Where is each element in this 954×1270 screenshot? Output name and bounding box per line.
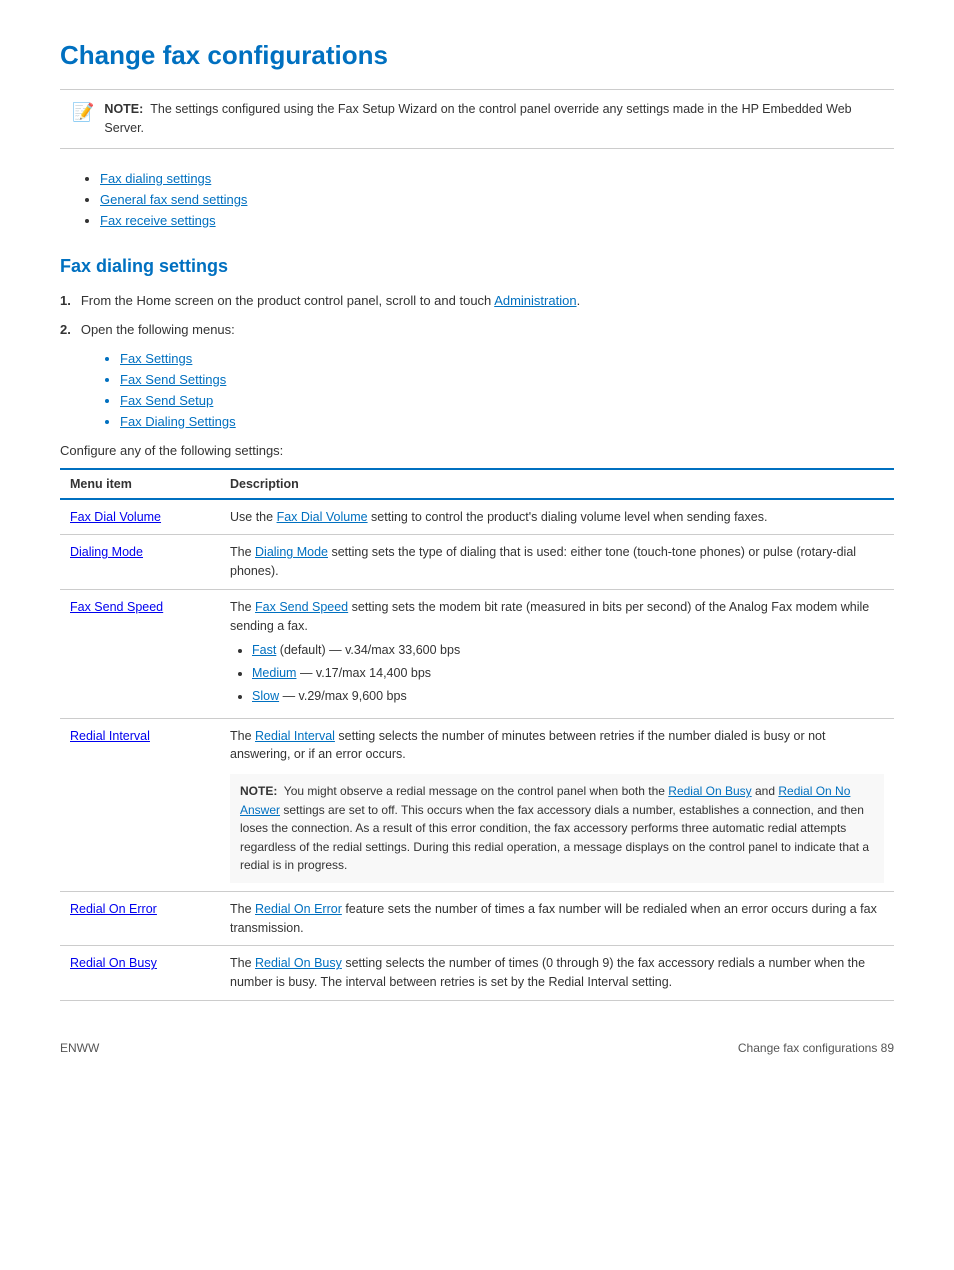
administration-link[interactable]: Administration bbox=[494, 293, 576, 308]
step-1-text: From the Home screen on the product cont… bbox=[81, 293, 580, 308]
table-row: Dialing Mode The Dialing Mode setting se… bbox=[60, 535, 894, 590]
redial-on-no-answer-link[interactable]: Redial On No Answer bbox=[240, 784, 850, 817]
step-2: 2. Open the following menus: bbox=[60, 322, 894, 337]
sub-menu-link-3[interactable]: Fax Send Setup bbox=[120, 393, 213, 408]
footer-right: Change fax configurations 89 bbox=[738, 1041, 894, 1055]
toc-link-1[interactable]: Fax dialing settings bbox=[100, 171, 211, 186]
sub-menu-item-3[interactable]: Fax Send Setup bbox=[120, 393, 894, 408]
desc-fax-send-speed: The Fax Send Speed setting sets the mode… bbox=[220, 589, 894, 718]
sub-menu-link-1[interactable]: Fax Settings bbox=[120, 351, 192, 366]
note-text: NOTE: The settings configured using the … bbox=[104, 100, 882, 138]
redial-interval-link[interactable]: Redial Interval bbox=[70, 729, 150, 743]
menu-item-redial-on-error[interactable]: Redial On Error bbox=[60, 891, 220, 946]
step-1: 1. From the Home screen on the product c… bbox=[60, 293, 894, 308]
redial-note: NOTE: You might observe a redial message… bbox=[230, 774, 884, 883]
step-2-number: 2. bbox=[60, 322, 71, 337]
footer: ENWW Change fax configurations 89 bbox=[60, 1041, 894, 1055]
dialing-mode-inline-link[interactable]: Dialing Mode bbox=[255, 545, 328, 559]
desc-redial-on-busy: The Redial On Busy setting selects the n… bbox=[220, 946, 894, 1001]
footer-left: ENWW bbox=[60, 1041, 99, 1055]
redial-interval-inline-link[interactable]: Redial Interval bbox=[255, 729, 335, 743]
menu-item-fax-send-speed[interactable]: Fax Send Speed bbox=[60, 589, 220, 718]
sub-menu-link-4[interactable]: Fax Dialing Settings bbox=[120, 414, 236, 429]
toc-item-1[interactable]: Fax dialing settings bbox=[100, 171, 894, 186]
step-1-number: 1. bbox=[60, 293, 71, 308]
sub-menu-link-2[interactable]: Fax Send Settings bbox=[120, 372, 226, 387]
speed-options-list: Fast (default) — v.34/max 33,600 bps Med… bbox=[230, 641, 884, 705]
fax-dial-volume-link[interactable]: Fax Dial Volume bbox=[70, 510, 161, 524]
toc-item-2[interactable]: General fax send settings bbox=[100, 192, 894, 207]
table-row: Fax Dial Volume Use the Fax Dial Volume … bbox=[60, 499, 894, 535]
speed-medium: Medium — v.17/max 14,400 bps bbox=[252, 664, 884, 683]
configure-text: Configure any of the following settings: bbox=[60, 443, 894, 458]
menu-item-redial-interval[interactable]: Redial Interval bbox=[60, 718, 220, 891]
note-icon: 📝 bbox=[72, 102, 94, 123]
table-row: Fax Send Speed The Fax Send Speed settin… bbox=[60, 589, 894, 718]
desc-dialing-mode: The Dialing Mode setting sets the type o… bbox=[220, 535, 894, 590]
table-row: Redial Interval The Redial Interval sett… bbox=[60, 718, 894, 891]
desc-redial-on-error: The Redial On Error feature sets the num… bbox=[220, 891, 894, 946]
redial-on-error-link[interactable]: Redial On Error bbox=[70, 902, 157, 916]
desc-redial-interval: The Redial Interval setting selects the … bbox=[220, 718, 894, 891]
fax-send-speed-inline-link[interactable]: Fax Send Speed bbox=[255, 600, 348, 614]
redial-on-busy-link[interactable]: Redial On Busy bbox=[70, 956, 157, 970]
section-title: Fax dialing settings bbox=[60, 256, 894, 277]
col-header-menu: Menu item bbox=[60, 469, 220, 499]
redial-on-busy-note-link[interactable]: Redial On Busy bbox=[668, 784, 751, 798]
redial-on-busy-inline-link[interactable]: Redial On Busy bbox=[255, 956, 342, 970]
note-box: 📝 NOTE: The settings configured using th… bbox=[60, 89, 894, 149]
menu-item-fax-dial-volume[interactable]: Fax Dial Volume bbox=[60, 499, 220, 535]
toc-list: Fax dialing settings General fax send se… bbox=[60, 171, 894, 228]
redial-on-error-inline-link[interactable]: Redial On Error bbox=[255, 902, 342, 916]
col-header-desc: Description bbox=[220, 469, 894, 499]
speed-medium-link[interactable]: Medium bbox=[252, 666, 296, 680]
page-title: Change fax configurations bbox=[60, 40, 894, 71]
speed-slow-link[interactable]: Slow bbox=[252, 689, 279, 703]
fax-dial-volume-inline-link[interactable]: Fax Dial Volume bbox=[277, 510, 368, 524]
table-row: Redial On Error The Redial On Error feat… bbox=[60, 891, 894, 946]
settings-table: Menu item Description Fax Dial Volume Us… bbox=[60, 468, 894, 1001]
sub-menu-list: Fax Settings Fax Send Settings Fax Send … bbox=[60, 351, 894, 429]
dialing-mode-link[interactable]: Dialing Mode bbox=[70, 545, 143, 559]
table-row: Redial On Busy The Redial On Busy settin… bbox=[60, 946, 894, 1001]
sub-menu-item-4[interactable]: Fax Dialing Settings bbox=[120, 414, 894, 429]
menu-item-dialing-mode[interactable]: Dialing Mode bbox=[60, 535, 220, 590]
step-2-text: Open the following menus: bbox=[81, 322, 235, 337]
sub-menu-item-2[interactable]: Fax Send Settings bbox=[120, 372, 894, 387]
toc-item-3[interactable]: Fax receive settings bbox=[100, 213, 894, 228]
fax-send-speed-link[interactable]: Fax Send Speed bbox=[70, 600, 163, 614]
steps-list: 1. From the Home screen on the product c… bbox=[60, 293, 894, 337]
speed-fast: Fast (default) — v.34/max 33,600 bps bbox=[252, 641, 884, 660]
menu-item-redial-on-busy[interactable]: Redial On Busy bbox=[60, 946, 220, 1001]
speed-slow: Slow — v.29/max 9,600 bps bbox=[252, 687, 884, 706]
toc-link-3[interactable]: Fax receive settings bbox=[100, 213, 216, 228]
sub-menu-item-1[interactable]: Fax Settings bbox=[120, 351, 894, 366]
toc-link-2[interactable]: General fax send settings bbox=[100, 192, 247, 207]
table-header-row: Menu item Description bbox=[60, 469, 894, 499]
speed-fast-link[interactable]: Fast bbox=[252, 643, 276, 657]
desc-fax-dial-volume: Use the Fax Dial Volume setting to contr… bbox=[220, 499, 894, 535]
